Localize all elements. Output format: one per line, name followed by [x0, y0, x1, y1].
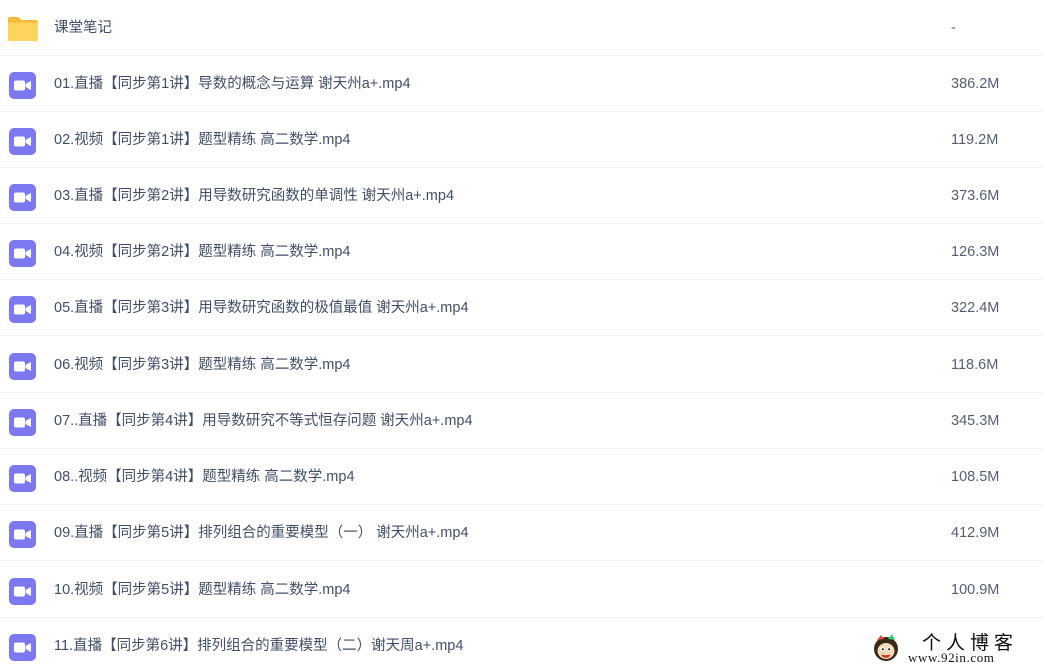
- file-name: 10.视频【同步第5讲】题型精练 高二数学.mp4: [54, 582, 351, 598]
- file-list: 课堂笔记 - 01.直播【同步第1讲】导数的概念与运算 谢天州a+.mp4 38…: [0, 0, 1044, 668]
- video-file-icon: [9, 578, 36, 605]
- list-item-video[interactable]: 01.直播【同步第1讲】导数的概念与运算 谢天州a+.mp4 386.2M: [0, 56, 1044, 112]
- watermark-url: www.92in.com: [908, 650, 995, 665]
- file-size: 118.6M: [951, 357, 999, 373]
- file-size: 108.5M: [951, 469, 1000, 485]
- video-file-icon: [9, 128, 36, 155]
- file-size: 386.2M: [951, 76, 1000, 92]
- file-size: 373.6M: [951, 188, 1000, 204]
- file-name: 01.直播【同步第1讲】导数的概念与运算 谢天州a+.mp4: [54, 76, 411, 92]
- blog-watermark: 个人博客 www.92in.com: [872, 628, 1044, 668]
- list-item-video[interactable]: 04.视频【同步第2讲】题型精练 高二数学.mp4 126.3M: [0, 224, 1044, 280]
- file-name: 02.视频【同步第1讲】题型精练 高二数学.mp4: [54, 132, 351, 148]
- video-file-icon: [9, 184, 36, 211]
- video-file-icon: [9, 634, 36, 661]
- file-name: 09.直播【同步第5讲】排列组合的重要模型（一） 谢天州a+.mp4: [54, 525, 469, 541]
- file-name: 05.直播【同步第3讲】用导数研究函数的极值最值 谢天州a+.mp4: [54, 300, 469, 316]
- list-item-video[interactable]: 02.视频【同步第1讲】题型精练 高二数学.mp4 119.2M: [0, 112, 1044, 168]
- file-name: 03.直播【同步第2讲】用导数研究函数的单调性 谢天州a+.mp4: [54, 188, 455, 204]
- video-file-icon: [9, 240, 36, 267]
- file-size: 412.9M: [951, 525, 1000, 541]
- list-item-folder[interactable]: 课堂笔记 -: [0, 0, 1044, 56]
- video-file-icon: [9, 465, 36, 492]
- file-name: 08..视频【同步第4讲】题型精练 高二数学.mp4: [54, 469, 355, 485]
- video-file-icon: [9, 353, 36, 380]
- file-size: 119.2M: [951, 132, 999, 148]
- file-size: -: [951, 20, 956, 36]
- video-file-icon: [9, 72, 36, 99]
- file-size: 100.9M: [951, 582, 1000, 598]
- file-name: 06.视频【同步第3讲】题型精练 高二数学.mp4: [54, 357, 351, 373]
- file-name: 11.直播【同步第6讲】排列组合的重要模型（二）谢天周a+.mp4: [54, 638, 464, 654]
- file-size: 126.3M: [951, 244, 1000, 260]
- list-item-video[interactable]: 05.直播【同步第3讲】用导数研究函数的极值最值 谢天州a+.mp4 322.4…: [0, 280, 1044, 336]
- folder-icon: [8, 17, 38, 41]
- list-item-video[interactable]: 07..直播【同步第4讲】用导数研究不等式恒存问题 谢天州a+.mp4 345.…: [0, 393, 1044, 449]
- file-size: 345.3M: [951, 413, 1000, 429]
- list-item-video[interactable]: 10.视频【同步第5讲】题型精练 高二数学.mp4 100.9M: [0, 562, 1044, 618]
- list-item-video[interactable]: 09.直播【同步第5讲】排列组合的重要模型（一） 谢天州a+.mp4 412.9…: [0, 505, 1044, 561]
- list-item-video[interactable]: 03.直播【同步第2讲】用导数研究函数的单调性 谢天州a+.mp4 373.6M: [0, 168, 1044, 224]
- file-name: 课堂笔记: [54, 20, 112, 36]
- video-file-icon: [9, 409, 36, 436]
- file-size: 322.4M: [951, 300, 1000, 316]
- file-name: 04.视频【同步第2讲】题型精练 高二数学.mp4: [54, 244, 351, 260]
- mascot-icon: [874, 634, 898, 661]
- file-name: 07..直播【同步第4讲】用导数研究不等式恒存问题 谢天州a+.mp4: [54, 413, 473, 429]
- video-file-icon: [9, 296, 36, 323]
- list-item-video[interactable]: 08..视频【同步第4讲】题型精练 高二数学.mp4 108.5M: [0, 449, 1044, 505]
- list-item-video[interactable]: 06.视频【同步第3讲】题型精练 高二数学.mp4 118.6M: [0, 337, 1044, 393]
- video-file-icon: [9, 521, 36, 548]
